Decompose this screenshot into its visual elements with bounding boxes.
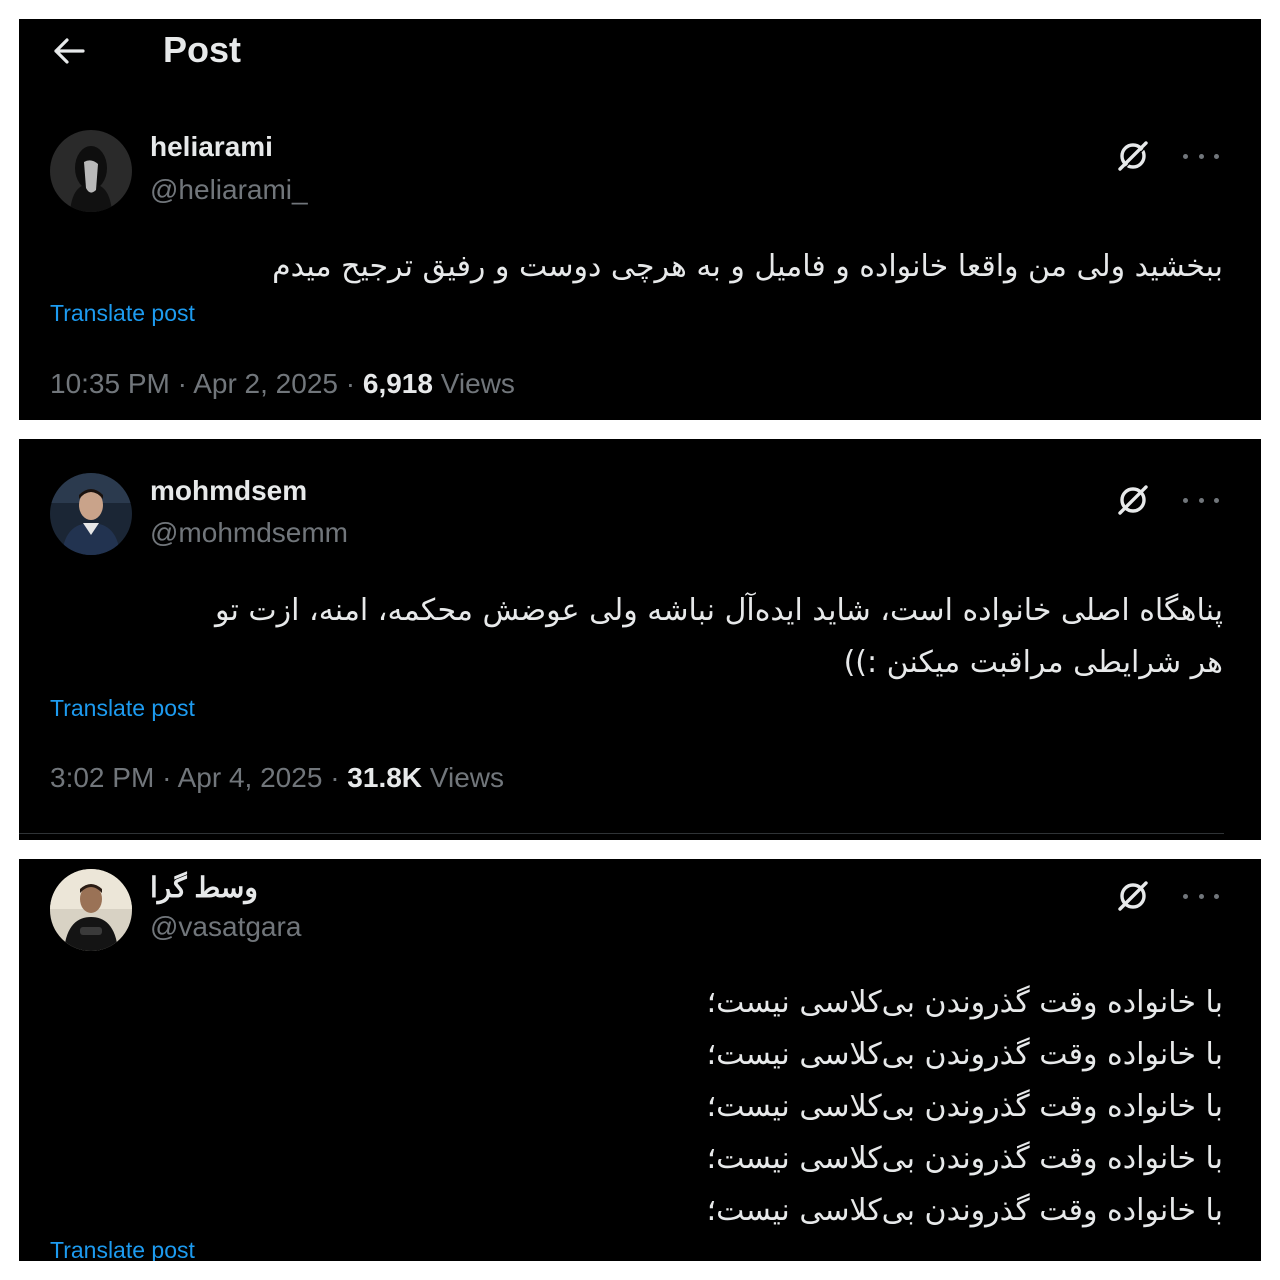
user-handle[interactable]: @vasatgara	[150, 911, 301, 943]
avatar[interactable]	[50, 473, 132, 555]
post-card-2: mohmdsem @mohmdsemm پناهگاه اصلی خانواده…	[19, 439, 1261, 840]
user-handle[interactable]: @heliarami_	[150, 174, 308, 206]
post-text-line: با خانواده وقت گذروندن بی‌کلاسی نیست؛	[706, 1037, 1223, 1072]
post-time[interactable]: 10:35 PM	[50, 368, 170, 399]
post-text-line: پناهگاه اصلی خانواده است، شاید ایده‌آل ن…	[215, 593, 1223, 628]
post-date[interactable]: Apr 4, 2025	[178, 762, 323, 793]
post-text-line: با خانواده وقت گذروندن بی‌کلاسی نیست؛	[706, 985, 1223, 1020]
post-text-line: ببخشید ولی من واقعا خانواده و فامیل و به…	[272, 249, 1223, 284]
views-count: 31.8K	[347, 762, 423, 793]
back-arrow-icon[interactable]	[51, 33, 87, 69]
post-time[interactable]: 3:02 PM	[50, 762, 154, 793]
post-text: ببخشید ولی من واقعا خانواده و فامیل و به…	[272, 241, 1223, 293]
grok-icon[interactable]	[1115, 878, 1151, 914]
views-count: 6,918	[362, 368, 433, 399]
page-title: Post	[163, 29, 242, 70]
display-name[interactable]: mohmdsem	[150, 475, 307, 507]
more-options-icon[interactable]	[1183, 490, 1219, 510]
user-handle[interactable]: @mohmdsemm	[150, 517, 348, 549]
more-options-icon[interactable]	[1183, 146, 1219, 166]
post-meta: 10:35 PM · Apr 2, 2025 · 6,918 Views	[50, 368, 515, 399]
display-name[interactable]: heliarami	[150, 131, 273, 163]
grok-icon[interactable]	[1115, 482, 1151, 518]
divider	[19, 833, 1224, 834]
avatar[interactable]	[50, 869, 132, 951]
translate-post-link[interactable]: Translate post	[50, 300, 195, 327]
post-meta: 3:02 PM · Apr 4, 2025 · 31.8K Views	[50, 762, 504, 793]
post-card-3: وسط گرا @vasatgara با خانواده وقت گذروند…	[19, 859, 1261, 1261]
post-text-line: با خانواده وقت گذروندن بی‌کلاسی نیست؛	[706, 1141, 1223, 1176]
more-options-icon[interactable]	[1183, 886, 1219, 906]
avatar[interactable]	[50, 130, 132, 212]
grok-icon[interactable]	[1115, 138, 1151, 174]
views-label: Views	[429, 762, 504, 793]
post-text: با خانواده وقت گذروندن بی‌کلاسی نیست؛ با…	[707, 977, 1223, 1237]
post-text-line: با خانواده وقت گذروندن بی‌کلاسی نیست؛	[706, 1089, 1223, 1124]
post-date[interactable]: Apr 2, 2025	[193, 368, 338, 399]
post-text-line: با خانواده وقت گذروندن بی‌کلاسی نیست؛	[706, 1193, 1223, 1228]
post-text: پناهگاه اصلی خانواده است، شاید ایده‌آل ن…	[215, 585, 1223, 689]
post-text-line: هر شرایطی مراقبت میکنن :))	[843, 645, 1223, 680]
translate-post-link[interactable]: Translate post	[50, 695, 195, 722]
views-label: Views	[440, 368, 515, 399]
post-card-1: Post heliarami @heliarami_ ببخشید ولی من…	[19, 19, 1261, 420]
translate-post-link[interactable]: Translate post	[50, 1237, 195, 1261]
display-name[interactable]: وسط گرا	[150, 871, 258, 904]
